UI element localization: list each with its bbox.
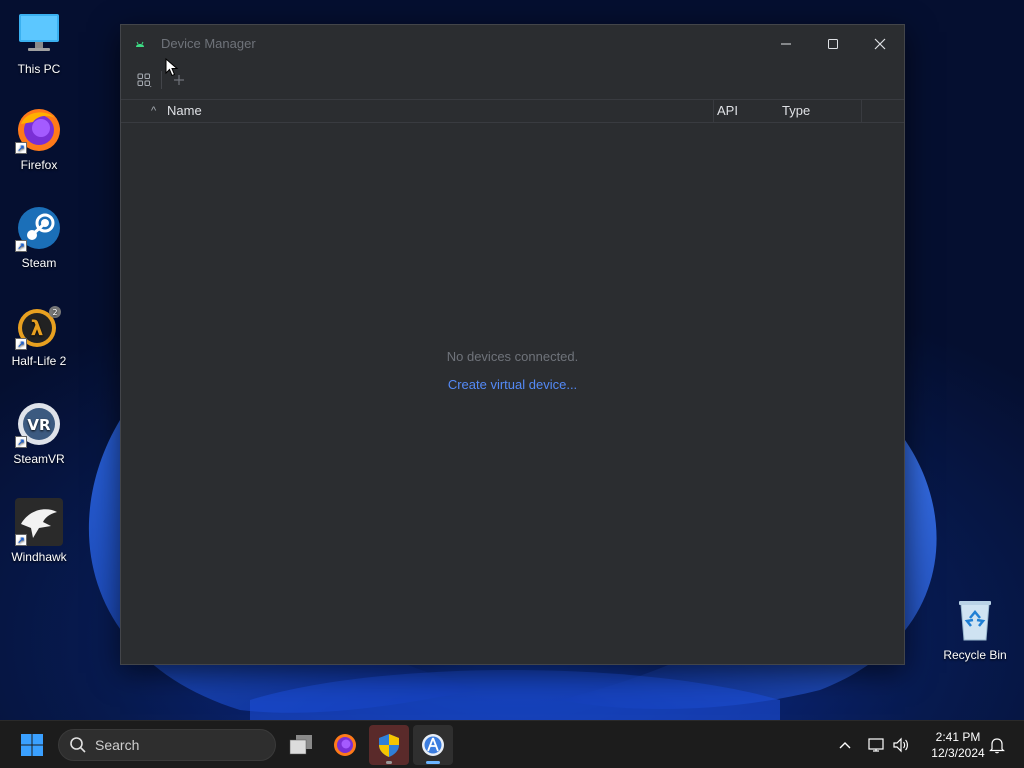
taskbar: Search 2:41 PM 12/3/2024 [0, 720, 1024, 768]
start-button[interactable] [12, 725, 52, 765]
device-manager-window: Device Manager ^ Name API Type No device… [120, 24, 905, 665]
search-icon [70, 737, 86, 753]
grid-icon [137, 73, 152, 88]
empty-state-message: No devices connected. [446, 349, 579, 364]
desktop-icon-label: Recycle Bin [943, 648, 1007, 662]
taskbar-security[interactable] [369, 725, 409, 765]
shortcut-arrow-icon: ↗ [15, 338, 27, 350]
shortcut-arrow-icon: ↗ [15, 534, 27, 546]
tray-network[interactable] [866, 721, 888, 768]
steamvr-icon: VR ↗ [15, 400, 63, 448]
create-virtual-device-link[interactable]: Create virtual device... [121, 377, 904, 392]
desktop-icon-windhawk[interactable]: ↗ Windhawk [0, 498, 78, 564]
toolbar [121, 62, 904, 98]
windhawk-icon: ↗ [15, 498, 63, 546]
taskbar-task-view[interactable] [281, 725, 321, 765]
desktop-icon-this-pc[interactable]: This PC [0, 10, 78, 76]
taskbar-firefox[interactable] [325, 725, 365, 765]
android-studio-icon [422, 734, 444, 756]
sort-indicator-icon: ^ [151, 105, 157, 117]
desktop-icon-label: Steam [21, 256, 57, 270]
desktop-icon-label: Firefox [20, 158, 58, 172]
shield-icon [379, 734, 399, 757]
svg-text:VR: VR [27, 416, 51, 434]
task-view-icon [289, 735, 312, 755]
mouse-pointer-icon [165, 58, 179, 77]
firefox-icon: ↗ [15, 106, 63, 154]
maximize-icon [828, 38, 838, 49]
desktop-icon-label: Windhawk [11, 550, 67, 564]
column-divider[interactable] [713, 100, 714, 122]
device-table-header: ^ Name API Type [121, 99, 904, 123]
desktop-icon-firefox[interactable]: ↗ Firefox [0, 106, 78, 172]
column-header-name[interactable]: Name [167, 100, 202, 122]
running-indicator [386, 761, 392, 764]
desktop-icon-label: This PC [17, 62, 61, 76]
shortcut-arrow-icon: ↗ [15, 142, 27, 154]
desktop-icon-half-life-2[interactable]: λ 2 ↗ Half-Life 2 [0, 302, 78, 368]
tray-volume[interactable] [890, 721, 912, 768]
recycle-bin-icon [951, 596, 999, 644]
network-icon [868, 738, 884, 752]
desktop-icon-label: SteamVR [13, 452, 65, 466]
taskbar-search-box[interactable]: Search [58, 729, 276, 761]
window-title: Device Manager [161, 36, 256, 51]
svg-text:λ: λ [31, 316, 44, 340]
half-life-2-icon: λ 2 ↗ [15, 302, 63, 350]
firefox-icon [334, 734, 356, 756]
speaker-icon [893, 737, 908, 753]
chevron-up-icon [839, 742, 851, 749]
close-icon [874, 38, 886, 49]
desktop-icon-label: Half-Life 2 [11, 354, 67, 368]
monitor-icon [15, 10, 63, 58]
windows-logo-icon [21, 734, 43, 756]
bell-icon [989, 738, 1005, 754]
search-placeholder: Search [95, 737, 140, 753]
shortcut-arrow-icon: ↗ [15, 436, 27, 448]
desktop-icon-steamvr[interactable]: VR ↗ SteamVR [0, 400, 78, 466]
desktop-icon-steam[interactable]: ↗ Steam [0, 204, 78, 270]
taskbar-android-studio[interactable] [413, 725, 453, 765]
steam-icon: ↗ [15, 204, 63, 252]
shortcut-arrow-icon: ↗ [15, 240, 27, 252]
minimize-button[interactable] [763, 25, 809, 62]
active-app-indicator [426, 761, 440, 764]
column-header-api[interactable]: API [717, 100, 738, 122]
close-button[interactable] [857, 25, 903, 62]
desktop-icon-recycle-bin[interactable]: Recycle Bin [936, 596, 1014, 662]
window-titlebar[interactable]: Device Manager [121, 25, 904, 62]
maximize-button[interactable] [810, 25, 856, 62]
notifications-button[interactable] [986, 721, 1008, 768]
svg-text:2: 2 [52, 308, 57, 317]
column-divider[interactable] [861, 100, 862, 122]
android-icon [136, 41, 144, 47]
toolbar-separator [161, 71, 162, 89]
tray-show-hidden-icons[interactable] [834, 721, 856, 768]
minimize-icon [781, 43, 791, 44]
column-header-type[interactable]: Type [782, 100, 810, 122]
device-grid-menu-button[interactable] [133, 69, 155, 91]
